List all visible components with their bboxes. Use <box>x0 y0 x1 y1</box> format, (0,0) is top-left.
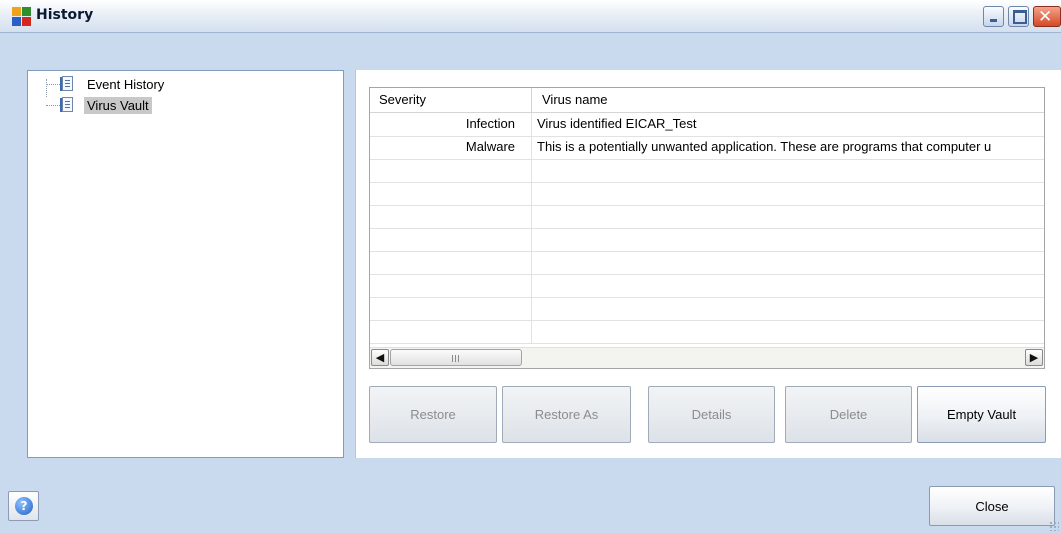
tree-item-label: Virus Vault <box>84 96 152 114</box>
virus-name-cell: Virus identified EICAR_Test <box>537 116 697 131</box>
maximize-icon <box>1013 10 1027 24</box>
app-logo-icon <box>12 7 31 26</box>
close-button[interactable]: Close <box>929 486 1055 526</box>
minimize-button[interactable] <box>983 6 1004 27</box>
empty-row <box>370 182 1044 206</box>
horizontal-scrollbar[interactable]: ◀ ▶ <box>370 347 1044 368</box>
vault-table: Severity Virus name Infection Virus iden… <box>369 87 1045 369</box>
empty-row <box>370 228 1044 252</box>
close-icon: ✕ <box>1038 7 1053 27</box>
empty-row <box>370 320 1044 344</box>
table-row[interactable]: Malware This is a potentially unwanted a… <box>370 136 1044 160</box>
empty-row <box>370 159 1044 183</box>
table-header: Severity Virus name <box>370 88 1044 113</box>
tree-connector <box>46 83 60 85</box>
window-close-button[interactable]: ✕ <box>1033 6 1061 27</box>
scroll-left-button[interactable]: ◀ <box>371 349 389 366</box>
severity-cell: Malware <box>370 136 532 159</box>
tree-item-virus-vault[interactable]: Virus Vault <box>46 96 152 114</box>
table-row[interactable]: Infection Virus identified EICAR_Test <box>370 113 1044 137</box>
column-header-virus-name[interactable]: Virus name <box>532 88 608 112</box>
tree-connector <box>46 104 60 106</box>
empty-row <box>370 297 1044 321</box>
window-title: History <box>36 7 94 23</box>
history-tree: Event History Virus Vault <box>27 70 344 458</box>
severity-cell: Infection <box>370 113 532 136</box>
history-window: History ✕ Event History Virus Vault Seve… <box>0 0 1061 533</box>
virus-name-cell: This is a potentially unwanted applicati… <box>537 139 992 154</box>
restore-button[interactable]: Restore <box>369 386 497 443</box>
scroll-right-button[interactable]: ▶ <box>1025 349 1043 366</box>
help-button[interactable]: ? <box>8 491 39 521</box>
empty-row <box>370 251 1044 275</box>
chevron-right-icon: ▶ <box>1029 351 1039 364</box>
resize-grip-icon[interactable] <box>1049 521 1059 531</box>
tree-item-event-history[interactable]: Event History <box>46 75 167 93</box>
maximize-button[interactable] <box>1008 6 1029 27</box>
empty-row <box>370 205 1044 229</box>
empty-vault-button[interactable]: Empty Vault <box>917 386 1046 443</box>
grip-icon <box>452 355 461 362</box>
chevron-left-icon: ◀ <box>375 351 385 364</box>
log-document-icon <box>60 76 74 92</box>
column-header-severity[interactable]: Severity <box>370 88 532 112</box>
log-document-icon <box>60 97 74 113</box>
empty-row <box>370 274 1044 298</box>
tree-item-label: Event History <box>87 76 165 92</box>
minimize-icon <box>990 19 997 22</box>
title-bar[interactable]: History ✕ <box>0 0 1061 33</box>
scrollbar-thumb[interactable] <box>390 349 522 366</box>
delete-button[interactable]: Delete <box>785 386 912 443</box>
help-icon: ? <box>15 497 33 515</box>
details-button[interactable]: Details <box>648 386 775 443</box>
restore-as-button[interactable]: Restore As <box>502 386 631 443</box>
